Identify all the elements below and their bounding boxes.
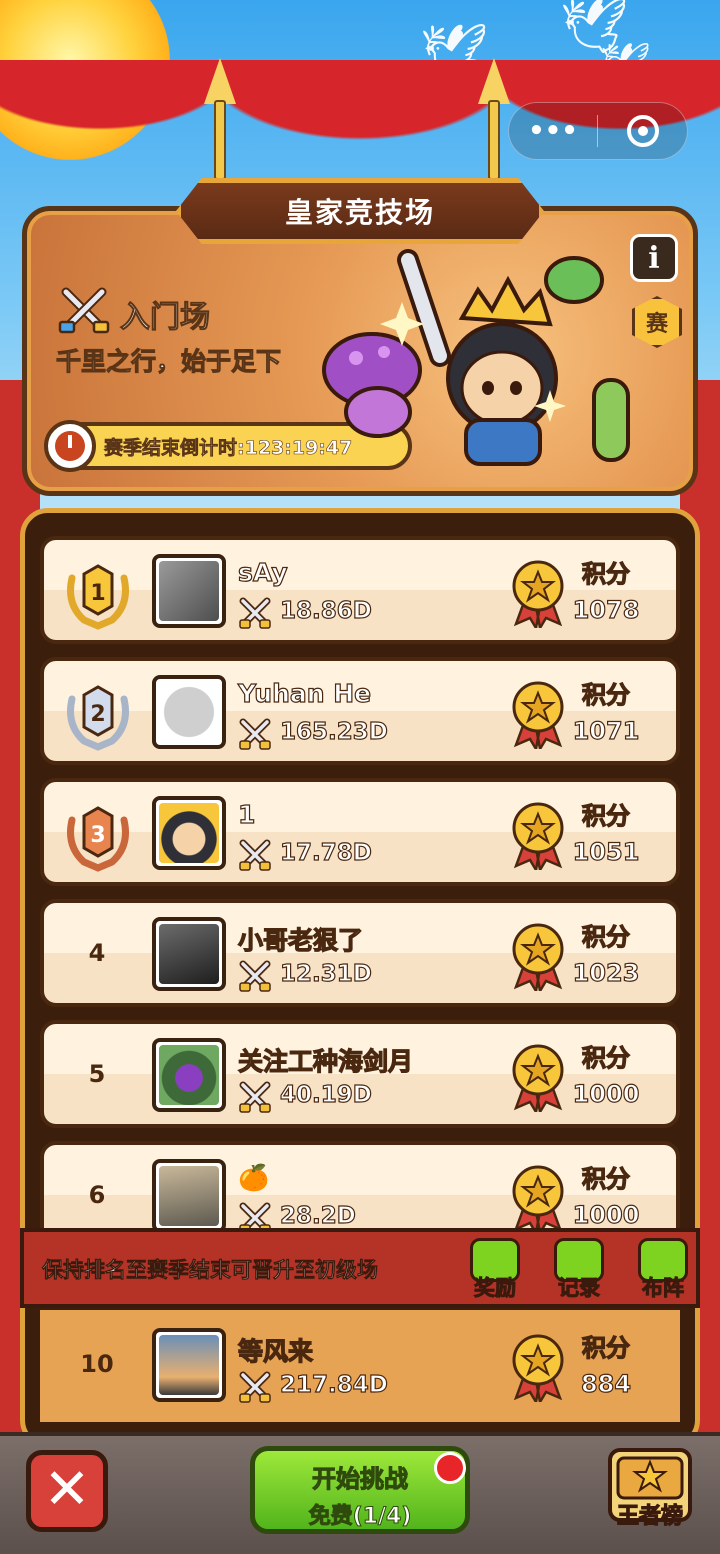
- bronze-medal-icon: 3: [67, 806, 129, 872]
- combat-power: 18.86D: [279, 597, 372, 624]
- monster-avatar: [159, 1045, 219, 1105]
- score-value: 1078: [572, 595, 640, 624]
- player-name: 等风来: [237, 1336, 314, 1366]
- title-banner: 皇家竞技场: [176, 178, 544, 244]
- star-medal-icon: [512, 1044, 564, 1112]
- own-rank-row[interactable]: 10 等风来 217.84D 积分 884: [40, 1310, 680, 1422]
- leaderboard-row[interactable]: 1 sAy 18.86D 积分 1078: [40, 536, 680, 644]
- avatar-photo: [159, 924, 219, 984]
- crossed-swords-icon: [58, 287, 110, 334]
- avatar-photo: [159, 1166, 219, 1226]
- hero-avatar: [159, 803, 219, 863]
- page-title: 皇家竞技场: [284, 196, 435, 229]
- player-name: Yuhan He: [237, 678, 372, 708]
- record-button[interactable]: 记录: [548, 1238, 610, 1304]
- star-medal-icon: [512, 560, 564, 628]
- combat-power: 28.2D: [279, 1202, 356, 1229]
- score-label: 积分: [581, 1043, 630, 1072]
- crossed-swords-icon: [239, 960, 271, 992]
- hero-illustration: [322, 249, 630, 466]
- close-button[interactable]: ✕: [26, 1450, 108, 1532]
- reward-label: 奖励: [474, 1276, 517, 1301]
- formation-button[interactable]: 布阵: [632, 1238, 694, 1304]
- score-value: 1000: [572, 1200, 640, 1229]
- player-name: 关注工种海剑月: [237, 1046, 414, 1076]
- player-name: sAy: [237, 557, 288, 587]
- pole-left: [214, 100, 226, 180]
- more-menu-button[interactable]: •••: [509, 116, 597, 146]
- player-name: 小哥老狠了: [237, 925, 364, 955]
- spear-tip-right: [478, 58, 510, 104]
- arena-motto: 千里之行，始于足下: [55, 347, 282, 377]
- avatar[interactable]: [152, 1328, 226, 1402]
- miniprogram-capsule: •••: [508, 102, 688, 160]
- combat-power: 165.23D: [279, 718, 388, 745]
- star-medal-icon: [512, 1334, 564, 1402]
- score-label: 积分: [581, 922, 630, 951]
- king-leaderboard-label: 王者榜: [616, 1503, 683, 1529]
- crossed-swords-icon: [239, 718, 271, 750]
- free-attempts: 免费(1/4): [308, 1504, 412, 1530]
- silver-medal-icon: 2: [67, 685, 129, 751]
- crossed-swords-icon: [239, 839, 271, 871]
- combat-power: 12.31D: [279, 960, 372, 987]
- leaderboard-row[interactable]: 4 小哥老狠了 12.31D 积分 1023: [40, 899, 680, 1007]
- score-value: 1071: [572, 716, 640, 745]
- record-label: 记录: [558, 1276, 601, 1301]
- pole-right: [488, 100, 500, 180]
- medal-rank-text: 1: [90, 581, 105, 606]
- formation-label: 布阵: [642, 1276, 685, 1301]
- crossed-swords-icon: [239, 1371, 271, 1403]
- crossed-swords-icon: [239, 597, 271, 629]
- avatar[interactable]: [152, 796, 226, 870]
- avatar[interactable]: [152, 675, 226, 749]
- score-label: 积分: [581, 1333, 630, 1362]
- score-label: 积分: [581, 559, 630, 588]
- leaderboard-row[interactable]: 2 Yuhan He 165.23D 积分 1071: [40, 657, 680, 765]
- rank-number: 10: [80, 1350, 114, 1378]
- star-medal-icon: [512, 802, 564, 870]
- medal-rank-text: 3: [90, 823, 105, 848]
- player-name: 1: [237, 799, 256, 829]
- score-value: 1000: [572, 1079, 640, 1108]
- score-value: 884: [580, 1369, 632, 1398]
- leaderboard-row[interactable]: 3 1 17.78D 积分 1051: [40, 778, 680, 886]
- gold-medal-icon: 1: [67, 564, 129, 630]
- leaderboard-row[interactable]: 5 关注工种海剑月 40.19D 积分 1000: [40, 1020, 680, 1128]
- spear-tip-left: [204, 58, 236, 104]
- combat-power: 40.19D: [279, 1081, 372, 1108]
- score-label: 积分: [581, 1164, 630, 1193]
- rank-number: 5: [88, 1060, 106, 1088]
- combat-power: 217.84D: [279, 1371, 388, 1398]
- score-label: 积分: [581, 801, 630, 830]
- exit-button[interactable]: [598, 115, 687, 147]
- score-value: 1023: [572, 958, 640, 987]
- default-avatar: [159, 682, 219, 742]
- target-icon: [626, 115, 659, 147]
- avatar[interactable]: [152, 1038, 226, 1112]
- stopwatch-icon: [44, 420, 96, 472]
- crossed-swords-icon: [239, 1081, 271, 1113]
- star-medal-icon: [512, 923, 564, 991]
- rank-number: 4: [88, 939, 106, 967]
- promotion-bar: 保持排名至赛季结束可晋升至初级场 奖励 记录 布阵: [20, 1228, 700, 1308]
- avatar[interactable]: [152, 554, 226, 628]
- reward-button[interactable]: 奖励: [464, 1238, 526, 1304]
- score-label: 积分: [581, 680, 630, 709]
- avatar-photo: [159, 1335, 219, 1395]
- player-name: 🍊: [237, 1162, 270, 1192]
- avatar[interactable]: [152, 917, 226, 991]
- star-medal-icon: [512, 1165, 564, 1233]
- promotion-text: 保持排名至赛季结束可晋升至初级场: [42, 1258, 379, 1283]
- score-value: 1051: [572, 837, 640, 866]
- medal-rank-text: 2: [90, 702, 105, 727]
- notification-dot: [434, 1452, 466, 1484]
- avatar[interactable]: [152, 1159, 226, 1233]
- star-medal-icon: [512, 681, 564, 749]
- avatar-photo: [159, 561, 219, 621]
- arena-name: 入门场: [120, 300, 211, 336]
- combat-power: 17.78D: [279, 839, 372, 866]
